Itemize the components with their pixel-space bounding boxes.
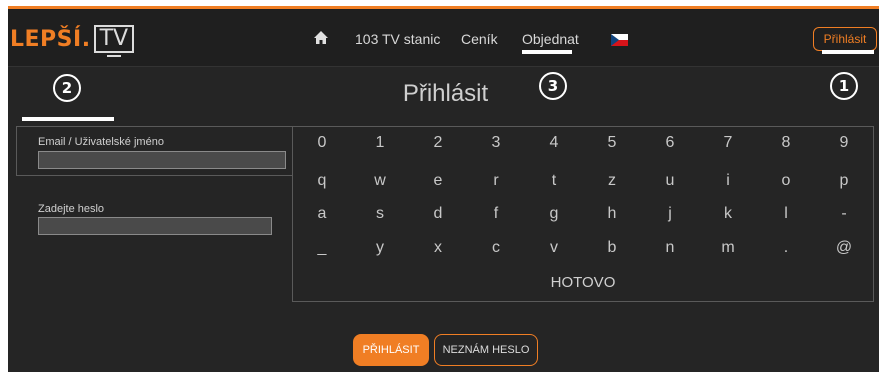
keyboard-key[interactable]: e [418,172,458,190]
keyboard-key[interactable]: n [650,239,690,257]
page-title: Přihlásit [402,80,489,107]
keyboard-key[interactable]: 2 [418,134,458,152]
keyboard-key[interactable]: 6 [650,134,690,152]
keyboard-key[interactable]: x [418,239,458,257]
keyboard-key[interactable]: u [650,172,690,190]
keyboard-key[interactable]: q [302,172,342,190]
login-button[interactable]: PŘIHLÁSIT [353,334,429,366]
keyboard-key[interactable]: j [650,205,690,223]
keyboard-key[interactable]: k [708,205,748,223]
keyboard-key[interactable]: c [476,239,516,257]
keyboard-key[interactable]: 9 [824,134,864,152]
keyboard-done-key[interactable]: HOTOVO [528,274,638,291]
keyboard-key[interactable]: t [534,172,574,190]
keyboard-key[interactable]: 8 [766,134,806,152]
logo[interactable]: LEPŠÍ. TV [10,23,135,57]
nav-item-pricing[interactable]: Ceník [461,31,498,47]
keyboard-key[interactable]: f [476,205,516,223]
keyboard-key[interactable]: - [824,205,864,223]
header: LEPŠÍ. TV 103 TV stanic Ceník Objednat P… [8,9,879,67]
callout-underline-1 [822,50,874,54]
keyboard-key[interactable]: d [418,205,458,223]
keyboard-key[interactable]: 7 [708,134,748,152]
keyboard-key[interactable]: i [708,172,748,190]
email-label: Email / Uživatelské jméno [38,136,164,148]
keyboard-key[interactable]: y [360,239,400,257]
keyboard-key[interactable]: w [360,172,400,190]
callout-underline-3 [522,50,572,54]
keyboard-key[interactable]: v [534,239,574,257]
keyboard-key[interactable]: 4 [534,134,574,152]
keyboard-key[interactable]: b [592,239,632,257]
logo-text-tv: TV [93,25,135,57]
home-icon[interactable] [313,30,329,46]
login-button-top[interactable]: Přihlásit [813,27,877,51]
password-label: Zadejte heslo [38,203,105,215]
keyboard-key[interactable]: a [302,205,342,223]
logo-text-lepsi: LEPŠÍ. [10,26,91,52]
keyboard-key[interactable]: o [766,172,806,190]
app-screen: LEPŠÍ. TV 103 TV stanic Ceník Objednat P… [8,6,879,372]
callout-underline-2 [22,117,114,121]
keyboard-key[interactable]: 3 [476,134,516,152]
forgot-password-button[interactable]: NEZNÁM HESLO [434,334,538,366]
keyboard-key[interactable]: 0 [302,134,342,152]
czech-flag-icon[interactable] [611,34,628,46]
keyboard-key[interactable]: g [534,205,574,223]
email-input[interactable] [38,151,286,169]
keyboard-key[interactable]: z [592,172,632,190]
keyboard-key[interactable]: . [766,239,806,257]
keyboard-key[interactable]: @ [824,239,864,257]
keyboard-key[interactable]: r [476,172,516,190]
nav-item-order[interactable]: Objednat [522,31,579,47]
keyboard-key[interactable]: 5 [592,134,632,152]
nav-item-tv-stations[interactable]: 103 TV stanic [355,31,440,47]
keyboard-key[interactable]: _ [302,239,342,257]
keyboard-key[interactable]: s [360,205,400,223]
keyboard-key[interactable]: l [766,205,806,223]
password-input[interactable] [38,217,272,235]
keyboard-key[interactable]: m [708,239,748,257]
keyboard-key[interactable]: 1 [360,134,400,152]
keyboard-key[interactable]: p [824,172,864,190]
keyboard-key[interactable]: h [592,205,632,223]
